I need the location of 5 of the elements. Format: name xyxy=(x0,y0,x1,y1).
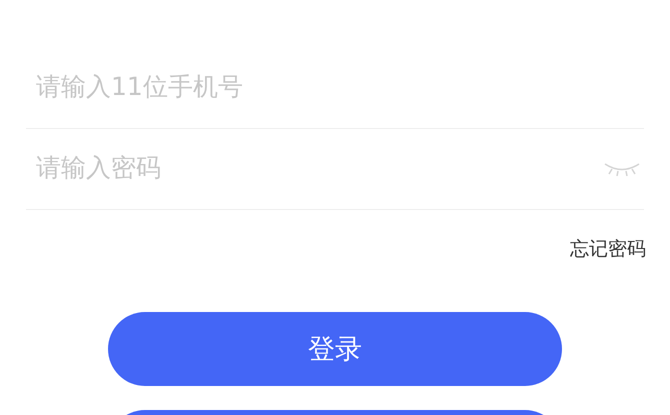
password-field[interactable]: 请输入密码 xyxy=(26,146,604,190)
login-button[interactable]: 登录 xyxy=(108,312,562,386)
forgot-password-link[interactable]: 忘记密码 xyxy=(570,236,646,262)
phone-field[interactable]: 请输入11位手机号 xyxy=(26,64,644,108)
closed-eye-icon[interactable] xyxy=(604,161,640,177)
